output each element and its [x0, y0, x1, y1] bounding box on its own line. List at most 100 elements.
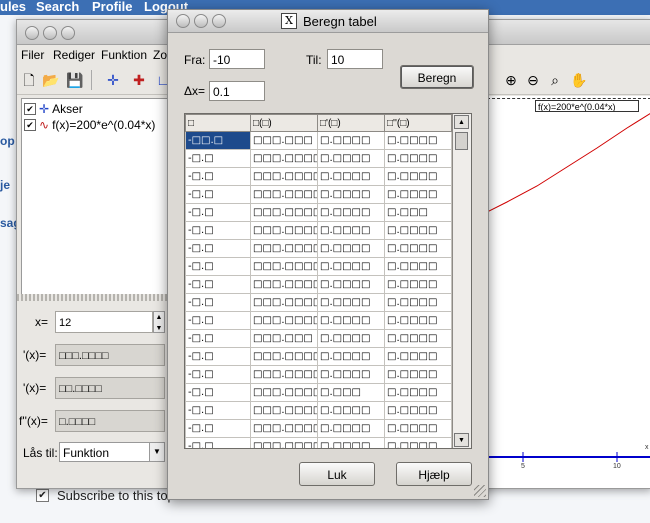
close-window-button[interactable] [25, 26, 39, 40]
tree-item-function[interactable]: ✔ ∿ f(x)=200*e^(0.04*x) [24, 117, 155, 132]
table-cell[interactable]: □□□.□□□□ [250, 257, 318, 276]
panel-splitter[interactable] [17, 294, 167, 301]
x-stepper[interactable]: ▲ ▼ [153, 311, 165, 333]
table-cell[interactable]: -□.□ [185, 257, 251, 276]
table-cell[interactable]: □.□□□□ [317, 149, 385, 168]
table-cell[interactable]: □.□□□□ [317, 311, 385, 330]
delta-x-input[interactable]: 0.1 [209, 81, 265, 101]
tree-item-axes[interactable]: ✔ ✛ Akser [24, 101, 83, 116]
table-row[interactable]: -□.□ □□□.□□□□ □.□□□□ □.□□□□ [185, 149, 452, 168]
table-cell[interactable]: □□□.□□□□ [250, 365, 318, 384]
column-header-f1[interactable]: □'(□) [317, 114, 385, 132]
table-cell[interactable]: □.□□□□ [384, 311, 452, 330]
table-cell[interactable]: □.□□□□ [384, 329, 452, 348]
table-row[interactable]: -□.□ □□□.□□□□ □.□□□ □.□□□□ [185, 383, 452, 402]
table-cell[interactable]: -□.□ [185, 221, 251, 240]
compute-button[interactable]: Beregn [400, 65, 474, 89]
table-cell[interactable]: □.□□□□ [384, 383, 452, 402]
dialog-minimize-button[interactable] [194, 14, 208, 28]
table-cell[interactable]: □.□□□□ [317, 239, 385, 258]
table-cell[interactable]: □□□.□□□□ [250, 419, 318, 438]
table-cell[interactable]: -□.□ [185, 185, 251, 204]
axes-icon[interactable]: ✛ [103, 70, 123, 90]
zoom-out-icon[interactable]: ⊖ [523, 70, 543, 90]
table-cell[interactable]: □.□□□□ [384, 167, 452, 186]
new-file-icon[interactable]: 🗋 [19, 70, 39, 90]
table-cell[interactable]: □.□□□□ [317, 275, 385, 294]
table-row[interactable]: -□.□ □□□.□□□□ □.□□□□ □.□□□□ [185, 311, 452, 330]
table-cell[interactable]: □.□□□ [317, 383, 385, 402]
table-row[interactable]: -□.□ □□□.□□□□ □.□□□□ □.□□□□ [185, 275, 452, 294]
graph-canvas[interactable]: f(x)=200*e^(0.04*x) 5 10 x [487, 96, 650, 488]
minimize-window-button[interactable] [43, 26, 57, 40]
resize-grip-icon[interactable] [474, 485, 486, 497]
table-cell[interactable]: □□□.□□□□ [250, 149, 318, 168]
table-row[interactable]: -□.□ □□□.□□□ □.□□□□ □.□□□□ [185, 329, 452, 348]
table-cell[interactable]: □.□□□□ [317, 221, 385, 240]
function-icon[interactable]: ✚ [129, 70, 149, 90]
table-row[interactable]: -□.□ □□□.□□□□ □.□□□□ □.□□□□ [185, 185, 452, 204]
menu-zoom[interactable]: Zo [153, 48, 167, 62]
help-button[interactable]: Hjælp [396, 462, 472, 486]
subscribe-option[interactable]: ✔ Subscribe to this topic [36, 488, 184, 503]
table-cell[interactable]: -□.□ [185, 293, 251, 312]
table-cell[interactable]: □.□□□□ [384, 131, 452, 150]
table-cell[interactable]: -□.□ [185, 167, 251, 186]
table-cell[interactable]: -□.□ [185, 275, 251, 294]
table-cell[interactable]: -□.□ [185, 149, 251, 168]
menu-search-link[interactable]: Search [36, 0, 79, 14]
fra-input[interactable]: -10 [209, 49, 265, 69]
menu-profile-link[interactable]: Profile [92, 0, 132, 14]
table-cell[interactable]: □.□□□□ [384, 239, 452, 258]
table-cell[interactable]: □.□□□□ [317, 293, 385, 312]
dialog-zoom-button[interactable] [212, 14, 226, 28]
column-header-f2[interactable]: □''(□) [384, 114, 452, 132]
dialog-close-button[interactable] [176, 14, 190, 28]
table-cell[interactable]: □□□.□□□□ [250, 203, 318, 222]
table-cell[interactable]: □□□.□□□□ [250, 221, 318, 240]
table-cell[interactable]: □□□.□□□□ [250, 185, 318, 204]
menu-rules-link[interactable]: ules [0, 0, 26, 14]
table-cell[interactable]: □.□□□□ [384, 401, 452, 420]
column-header-x[interactable]: □ [185, 114, 251, 132]
chevron-down-icon[interactable]: ▼ [149, 443, 164, 461]
table-cell[interactable]: □.□□□□ [384, 275, 452, 294]
subscribe-checkbox[interactable]: ✔ [36, 489, 49, 502]
table-cell[interactable]: -□.□ [185, 383, 251, 402]
table-cell[interactable]: □.□□□□ [384, 419, 452, 438]
table-cell[interactable]: □.□□□ [384, 203, 452, 222]
pan-hand-icon[interactable]: ✋ [569, 70, 589, 90]
table-cell[interactable]: -□.□ [185, 365, 251, 384]
menu-rediger[interactable]: Rediger [53, 48, 95, 62]
table-cell[interactable]: □□□.□□□□ [250, 167, 318, 186]
table-cell[interactable]: □.□□□□ [384, 257, 452, 276]
lock-select[interactable]: Funktion ▼ [59, 442, 165, 462]
scroll-thumb[interactable] [455, 132, 468, 150]
table-cell[interactable]: □.□□□□ [384, 185, 452, 204]
table-row[interactable]: -□.□ □□□.□□□□ □.□□□□ □.□□□□ [185, 257, 452, 276]
menu-filer[interactable]: Filer [21, 48, 44, 62]
result-table[interactable]: □ □(□) □'(□) □''(□) -□□.□ □□□.□□□ □.□□□□ □.… [184, 113, 472, 449]
zoom-fit-icon[interactable]: ⌕ [545, 70, 565, 90]
table-row[interactable]: -□.□ □□□.□□□□ □.□□□□ □.□□□□ [185, 401, 452, 420]
table-cell[interactable]: -□.□ [185, 401, 251, 420]
table-row[interactable]: -□.□ □□□.□□□□ □.□□□□ □.□□□ [185, 203, 452, 222]
table-row[interactable]: -□.□ □□□.□□□□ □.□□□□ □.□□□□ [185, 365, 452, 384]
table-cell[interactable]: -□.□ [185, 347, 251, 366]
close-button[interactable]: Luk [299, 462, 375, 486]
table-cell[interactable]: -□.□ [185, 203, 251, 222]
table-cell[interactable]: -□□.□ [185, 131, 251, 150]
table-cell[interactable]: □□□.□□□ [250, 131, 318, 150]
table-cell[interactable]: □□□.□□□□ [250, 383, 318, 402]
table-cell[interactable]: □□□.□□□□ [250, 275, 318, 294]
table-cell[interactable]: □□□.□□□□ [250, 239, 318, 258]
table-cell[interactable]: -□.□ [185, 329, 251, 348]
til-input[interactable]: 10 [327, 49, 383, 69]
table-cell[interactable]: □.□□□□ [384, 293, 452, 312]
table-cell[interactable]: -□.□ [185, 239, 251, 258]
table-cell[interactable]: □.□□□□ [317, 167, 385, 186]
zoom-window-button[interactable] [61, 26, 75, 40]
open-folder-icon[interactable]: 📂 [41, 70, 61, 90]
table-cell[interactable]: □.□□□□ [317, 329, 385, 348]
table-cell[interactable]: □.□□□□ [317, 131, 385, 150]
